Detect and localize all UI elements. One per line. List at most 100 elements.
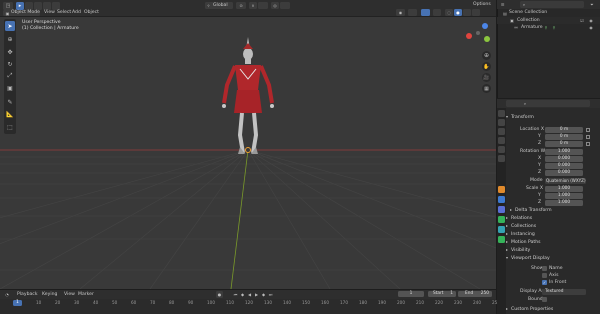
perspective-toggle-icon[interactable]: ▦	[482, 84, 491, 93]
annotate-tool-icon[interactable]: ✎	[5, 97, 15, 107]
outliner-row-armature[interactable]: ⚯ Armature ⚲ ⚲ ◉	[497, 24, 600, 31]
tab-view-layer[interactable]	[498, 137, 505, 144]
scale-z-field[interactable]: 1.000	[545, 200, 583, 206]
timeline-editor-icon[interactable]: ◔	[3, 291, 11, 298]
collections-section[interactable]: Collections	[506, 223, 590, 230]
shading-material-button[interactable]	[463, 9, 471, 16]
viewport-3d[interactable]: User Perspective (1) Collection | Armatu…	[0, 17, 496, 289]
gizmo-button[interactable]	[408, 9, 417, 16]
eye-icon[interactable]: ◉	[588, 17, 594, 24]
transform-section-header[interactable]: Transform	[506, 114, 590, 121]
proportional-edit-button[interactable]: ◎	[271, 2, 279, 9]
show-name-checkbox[interactable]	[542, 266, 547, 271]
instancing-section[interactable]: Instancing	[506, 231, 590, 238]
outliner-row-collection[interactable]: ▣ Collection ☑ ◉	[497, 17, 600, 24]
snap-target-button[interactable]	[258, 2, 268, 9]
rotate-tool-icon[interactable]: ↻	[5, 59, 15, 69]
properties-search[interactable]: ⌕	[506, 100, 590, 107]
rotation-y-field[interactable]: 0.000	[545, 163, 583, 169]
tab-physics[interactable]	[498, 196, 505, 203]
shading-rendered-button[interactable]	[472, 9, 480, 16]
select-circle-button[interactable]	[34, 2, 42, 10]
select-mode-button[interactable]: ▸	[16, 2, 24, 10]
custom-properties-section[interactable]: Custom Properties	[506, 306, 590, 313]
select-tweak-button[interactable]	[52, 2, 60, 10]
tab-scene[interactable]	[498, 146, 505, 153]
select-box-button[interactable]	[25, 2, 33, 10]
viewport-display-section[interactable]: Viewport Display	[506, 255, 590, 262]
timeline-ruler[interactable]: 0102030405060708090100110120130140150160…	[0, 299, 500, 314]
show-axis-checkbox[interactable]	[542, 273, 547, 278]
transform-orientation-dropdown[interactable]: ⊹ Global	[205, 2, 233, 9]
motion-paths-section[interactable]: Motion Paths	[506, 239, 590, 246]
checkbox-icon[interactable]: ☑	[579, 17, 585, 24]
menu-view[interactable]: View	[44, 10, 55, 16]
tab-tool[interactable]	[498, 110, 505, 117]
transform-tool-icon[interactable]: ▣	[5, 83, 15, 93]
navigation-gizmo[interactable]	[466, 21, 492, 47]
menu-add[interactable]: Add	[72, 10, 81, 16]
timeline-view-menu[interactable]: View	[64, 292, 75, 298]
rotation-mode-dropdown[interactable]: Quaternion (WXYZ)	[545, 178, 586, 184]
rotation-x-field[interactable]: 0.000	[545, 156, 583, 162]
scale-tool-icon[interactable]: ⤢	[5, 71, 15, 81]
delta-transform-section[interactable]: Delta Transform	[510, 207, 594, 214]
menu-select[interactable]: Select	[57, 10, 71, 16]
visibility-section[interactable]: Visibility	[506, 247, 590, 254]
play-reverse-icon[interactable]: ◀	[246, 291, 253, 298]
jump-end-icon[interactable]: ⏭	[267, 291, 274, 298]
shading-wireframe-button[interactable]: ◌	[445, 9, 453, 16]
play-icon[interactable]: ▶	[253, 291, 260, 298]
xray-button[interactable]	[433, 9, 441, 16]
tab-world[interactable]	[498, 155, 505, 162]
outliner-editor-icon[interactable]: ☰	[499, 1, 506, 8]
menu-object[interactable]: Object	[84, 10, 99, 16]
falloff-button[interactable]	[280, 2, 290, 9]
add-cube-tool-icon[interactable]: ⬚	[5, 122, 15, 132]
overlay-button[interactable]	[421, 9, 430, 16]
tab-render[interactable]	[498, 119, 505, 126]
frame-end-field[interactable]: End 250	[458, 291, 492, 297]
bounds-checkbox[interactable]	[542, 297, 547, 302]
pivot-button[interactable]: ⊙	[236, 2, 246, 9]
outliner-search[interactable]: ⌕	[520, 1, 584, 8]
pan-hand-icon[interactable]: ✋	[482, 62, 491, 71]
location-x-field[interactable]: 0 m	[545, 127, 583, 133]
jump-start-icon[interactable]: ⏮	[232, 291, 239, 298]
display-as-dropdown[interactable]: Textured	[542, 289, 586, 295]
filter-icon[interactable]: ⏷	[588, 1, 596, 8]
tab-data[interactable]	[498, 216, 505, 223]
tab-object-data[interactable]	[498, 236, 505, 243]
location-lock-y[interactable]	[586, 135, 590, 139]
move-tool-icon[interactable]: ✥	[5, 47, 15, 57]
tab-bone[interactable]	[498, 226, 505, 233]
playhead[interactable]: 1	[13, 300, 22, 306]
tool-select[interactable]: ➤	[5, 21, 15, 31]
armature-character[interactable]	[218, 35, 278, 155]
frame-start-field[interactable]: Start 1	[428, 291, 456, 297]
tab-constraints[interactable]	[498, 206, 505, 213]
in-front-checkbox[interactable]: ✓	[542, 280, 547, 285]
shading-solid-button[interactable]: ●	[454, 9, 462, 16]
rotation-z-field[interactable]: 0.000	[545, 170, 583, 176]
relations-section[interactable]: Relations	[506, 215, 590, 222]
autokey-button[interactable]: ●	[216, 291, 223, 298]
scale-y-field[interactable]: 1.000	[545, 193, 583, 199]
mode-dropdown[interactable]: Object Mode ▣	[3, 10, 40, 16]
next-key-icon[interactable]: ◆	[260, 291, 267, 298]
current-frame-field[interactable]: 1	[398, 291, 424, 297]
timeline-marker-menu[interactable]: Marker	[78, 292, 94, 298]
tab-output[interactable]	[498, 128, 505, 135]
location-y-field[interactable]: 0 m	[545, 134, 583, 140]
scale-x-field[interactable]: 1.000	[545, 186, 583, 192]
scene-collection-label[interactable]: Scene Collection	[509, 10, 547, 16]
cursor-tool-icon[interactable]: ⊕	[5, 34, 15, 44]
rotation-w-field[interactable]: 1.000	[545, 149, 583, 155]
snap-button[interactable]: ∩	[249, 2, 257, 9]
prev-key-icon[interactable]: ◆	[239, 291, 246, 298]
visibility-button[interactable]: ◉	[396, 9, 405, 16]
select-lasso-button[interactable]	[43, 2, 51, 10]
location-z-field[interactable]: 0 m	[545, 141, 583, 147]
options-dropdown[interactable]: Options	[472, 1, 494, 8]
timeline-keying-menu[interactable]: Keying	[42, 292, 57, 298]
